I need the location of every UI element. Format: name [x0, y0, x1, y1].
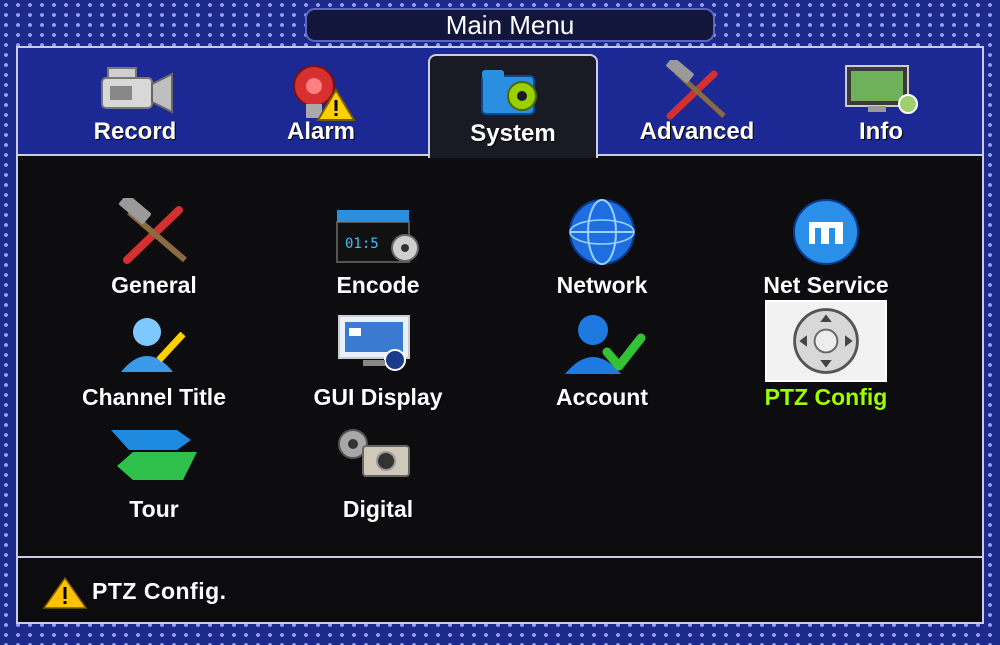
item-label: Tour — [129, 496, 179, 522]
window-title: Main Menu — [305, 8, 715, 42]
warning-icon — [42, 576, 88, 609]
net-service-globe-icon — [793, 199, 859, 265]
camcorder-icon — [101, 67, 173, 114]
item-digital[interactable]: Digital — [268, 422, 488, 532]
item-encode[interactable]: 01:5 Encode — [268, 198, 488, 308]
item-label: Digital — [342, 496, 414, 522]
user-pencil-icon — [121, 318, 186, 372]
item-label: Account — [556, 384, 648, 410]
svg-text:01:5: 01:5 — [345, 236, 379, 252]
clapperboard-gear-icon: 01:5 — [336, 210, 419, 263]
tab-label: Info — [859, 118, 903, 145]
alarm-bell-icon — [293, 65, 356, 121]
monitor-info-icon — [845, 65, 918, 114]
ptz-joystick-icon — [765, 300, 887, 382]
user-check-icon — [565, 315, 646, 374]
item-net-service[interactable]: Net Service — [716, 198, 936, 308]
item-gui-display[interactable]: GUI Display — [268, 310, 488, 420]
menu-panel: Record Alarm System Advanced Info Genera… — [16, 46, 984, 624]
globe-icon — [569, 199, 635, 265]
item-label: Encode — [336, 272, 420, 298]
item-label: Channel Title — [82, 384, 226, 410]
item-channel-title[interactable]: Channel Title — [44, 310, 264, 420]
tab-bar: Record Alarm System Advanced Info — [18, 48, 982, 158]
tab-label: Alarm — [286, 118, 356, 145]
item-tour[interactable]: Tour — [44, 422, 264, 532]
tab-advanced[interactable]: Advanced — [612, 56, 782, 156]
tab-info[interactable]: Info — [796, 56, 966, 156]
folder-gear-icon — [481, 70, 537, 115]
item-label: Network — [556, 272, 648, 298]
tour-arrows-icon — [111, 430, 197, 480]
tab-label: Advanced — [639, 118, 755, 145]
tab-system[interactable]: System — [428, 54, 598, 158]
item-label: General — [111, 272, 197, 298]
tab-label: System — [470, 120, 556, 147]
tab-alarm[interactable]: Alarm — [236, 56, 406, 156]
system-items-grid: General 01:5 Encode Network Net Service … — [18, 158, 982, 550]
hammer-screwdriver-icon — [119, 198, 187, 264]
digital-camera-gear-icon — [338, 429, 410, 477]
item-general[interactable]: General — [44, 198, 264, 308]
item-network[interactable]: Network — [492, 198, 712, 308]
status-text: PTZ Config. — [92, 578, 227, 604]
tab-record[interactable]: Record — [50, 56, 220, 156]
tab-label: Record — [93, 118, 177, 145]
main-menu-window: Main Menu Record Alarm System Advanced I… — [0, 0, 1000, 645]
display-screens-icon — [338, 315, 410, 371]
item-label: GUI Display — [313, 384, 443, 410]
item-account[interactable]: Account — [492, 310, 712, 420]
item-label: Net Service — [763, 272, 889, 298]
status-bar: PTZ Config. — [18, 556, 982, 622]
hammer-screwdriver-icon — [666, 60, 726, 120]
item-label: PTZ Config — [764, 384, 888, 410]
item-ptz-config[interactable]: PTZ Config — [716, 300, 936, 420]
